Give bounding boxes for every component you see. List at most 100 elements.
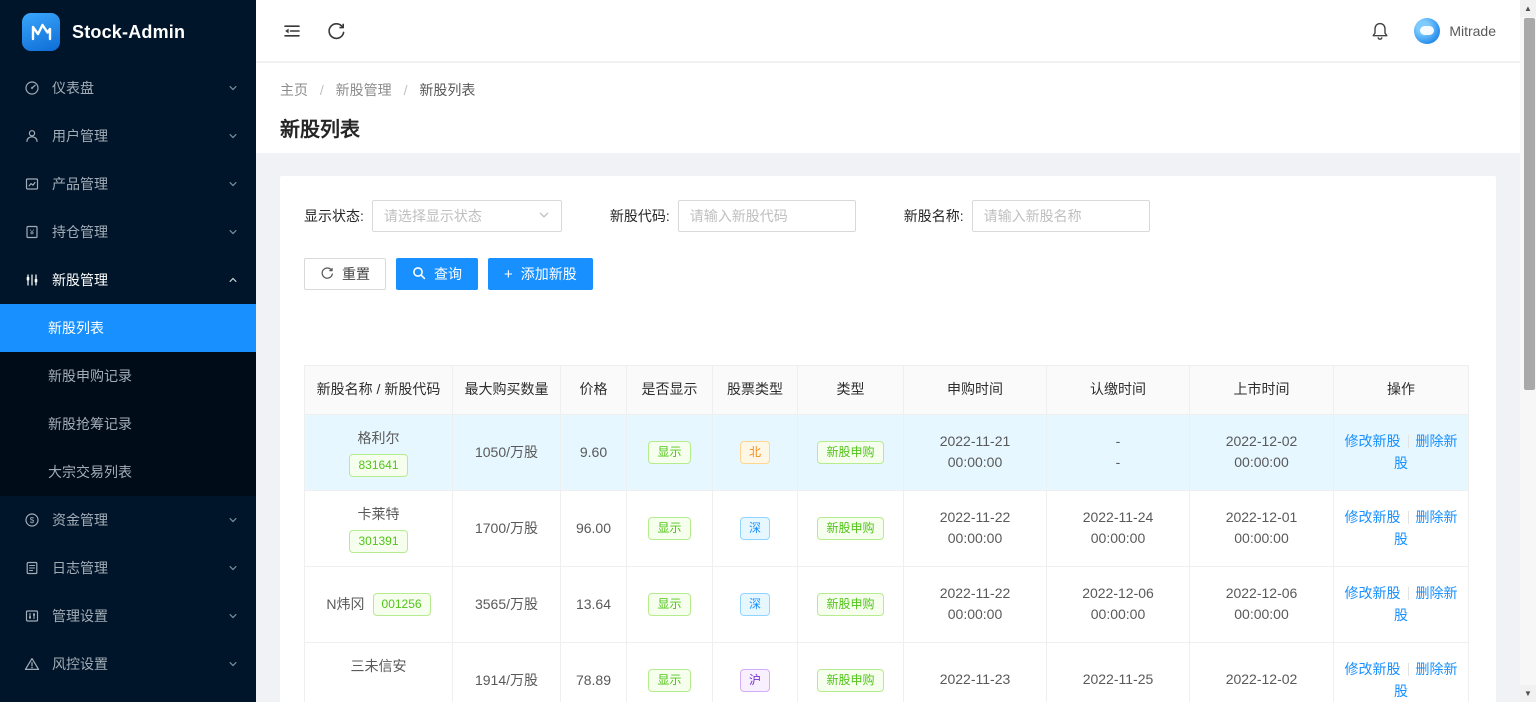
user-name[interactable]: Mitrade [1449,23,1496,39]
stock-name: 三未信安 [351,656,407,676]
cell-price: 96.00 [561,490,627,566]
stock-name: 卡莱特 [358,504,400,524]
edit-stock-link[interactable]: 修改新股 [1345,585,1401,601]
column-header: 股票类型 [713,366,798,415]
cell-list-time: 2022-12-0100:00:00 [1190,490,1334,566]
new-stocks-icon [24,272,40,288]
code-input[interactable] [678,200,856,232]
chevron-down-icon [228,563,238,573]
stock-name: N炜冈 [326,594,364,614]
cell-subscribe-time: 2022-11-2200:00:00 [904,566,1047,642]
delete-stock-link[interactable]: 删除新股 [1394,661,1458,699]
cell-price: 13.64 [561,566,627,642]
scroll-up-icon[interactable]: ▲ [1520,0,1536,17]
sidebar-item-logs[interactable]: 日志管理 [0,544,256,592]
breadcrumb: 主页 / 新股管理 / 新股列表 [280,80,1496,100]
sidebar-item-label: 新股管理 [52,270,228,290]
cell-stock-name: 卡莱特301391 [305,490,453,566]
add-stock-button[interactable]: + 添加新股 [488,258,593,290]
column-header: 申购时间 [904,366,1047,415]
chevron-down-icon [228,611,238,621]
filter-name: 新股名称: [904,200,1150,232]
button-row: 重置 查询 + 添加新股 [304,258,1472,290]
menu-fold-icon[interactable] [280,19,304,43]
sidebar-subitem-1[interactable]: 新股申购记录 [0,352,256,400]
chevron-down-icon [228,83,238,93]
cell-stock-name: 格利尔831641 [305,414,453,490]
app-logo: Stock-Admin [0,0,256,64]
chevron-down-icon [228,179,238,189]
delete-stock-link[interactable]: 删除新股 [1394,509,1458,547]
edit-stock-link[interactable]: 修改新股 [1345,661,1401,677]
users-icon [24,128,40,144]
board-tag: 北 [740,441,770,464]
visible-tag: 显示 [648,441,690,464]
cell-type: 新股申购 [798,414,904,490]
scrollbar-thumb[interactable] [1524,18,1535,390]
edit-stock-link[interactable]: 修改新股 [1345,433,1401,449]
sidebar-item-label: 持仓管理 [52,222,228,242]
reload-icon[interactable] [324,19,348,43]
cell-actions: 修改新股删除新股 [1334,414,1469,490]
cell-subscribe-time: 2022-11-23 [904,642,1047,702]
status-select[interactable]: 请选择显示状态 [372,200,562,232]
table-row: 卡莱特3013911700/万股96.00显示深新股申购2022-11-2200… [305,490,1469,566]
sidebar-item-positions[interactable]: ¥持仓管理 [0,208,256,256]
board-tag: 深 [740,517,770,540]
search-button[interactable]: 查询 [396,258,478,290]
cell-stock-name: 三未信安 [305,642,453,702]
sidebar-item-new-stocks[interactable]: 新股管理 [0,256,256,304]
sidebar-item-products[interactable]: 产品管理 [0,160,256,208]
stock-table: 新股名称 / 新股代码最大购买数量价格是否显示股票类型类型申购时间认缴时间上市时… [304,365,1469,702]
delete-stock-link[interactable]: 删除新股 [1394,433,1458,471]
funds-icon: $ [24,512,40,528]
chevron-down-icon [228,659,238,669]
cell-visible: 显示 [627,566,713,642]
sidebar-item-label: 仪表盘 [52,78,228,98]
breadcrumb-separator: / [320,82,324,98]
column-header: 是否显示 [627,366,713,415]
chevron-down-icon [538,208,550,224]
delete-stock-link[interactable]: 删除新股 [1394,585,1458,623]
user-avatar[interactable] [1414,18,1440,44]
cell-type: 新股申购 [798,566,904,642]
stock-name: 格利尔 [358,428,400,448]
sidebar-subitem-3[interactable]: 大宗交易列表 [0,448,256,496]
sidebar-item-label: 日志管理 [52,558,228,578]
cell-visible: 显示 [627,414,713,490]
top-bar: Mitrade [256,0,1520,62]
edit-stock-link[interactable]: 修改新股 [1345,509,1401,525]
name-input[interactable] [972,200,1150,232]
svg-text:$: $ [30,516,35,525]
sidebar-item-settings[interactable]: 管理设置 [0,592,256,640]
cell-board: 沪 [713,642,798,702]
sidebar-item-dashboard[interactable]: 仪表盘 [0,64,256,112]
cell-subscribe-time: 2022-11-2100:00:00 [904,414,1047,490]
breadcrumb-home[interactable]: 主页 [280,82,308,98]
breadcrumb-current: 新股列表 [419,82,475,98]
sidebar-item-funds[interactable]: $资金管理 [0,496,256,544]
table-row: 格利尔8316411050/万股9.60显示北新股申购2022-11-2100:… [305,414,1469,490]
notification-bell-icon[interactable] [1368,19,1392,43]
reset-button[interactable]: 重置 [304,258,386,290]
app-logo-icon [22,13,60,51]
cell-subscribe-time: 2022-11-2200:00:00 [904,490,1047,566]
action-separator [1408,587,1409,600]
column-header: 上市时间 [1190,366,1334,415]
sidebar-item-risk[interactable]: 风控设置 [0,640,256,688]
filter-code: 新股代码: [610,200,856,232]
type-tag: 新股申购 [817,441,883,464]
cell-pay-time: 2022-12-0600:00:00 [1047,566,1190,642]
sidebar-subitem-2[interactable]: 新股抢筹记录 [0,400,256,448]
sidebar-item-label: 管理设置 [52,606,228,626]
cell-list-time: 2022-12-02 [1190,642,1334,702]
sidebar-item-users[interactable]: 用户管理 [0,112,256,160]
scroll-down-icon[interactable]: ▼ [1520,685,1536,702]
table-header-row: 新股名称 / 新股代码最大购买数量价格是否显示股票类型类型申购时间认缴时间上市时… [305,366,1469,415]
visible-tag: 显示 [648,517,690,540]
action-separator [1408,663,1409,676]
cell-visible: 显示 [627,490,713,566]
page-title: 新股列表 [280,113,1496,142]
cell-type: 新股申购 [798,642,904,702]
sidebar-subitem-0[interactable]: 新股列表 [0,304,256,352]
